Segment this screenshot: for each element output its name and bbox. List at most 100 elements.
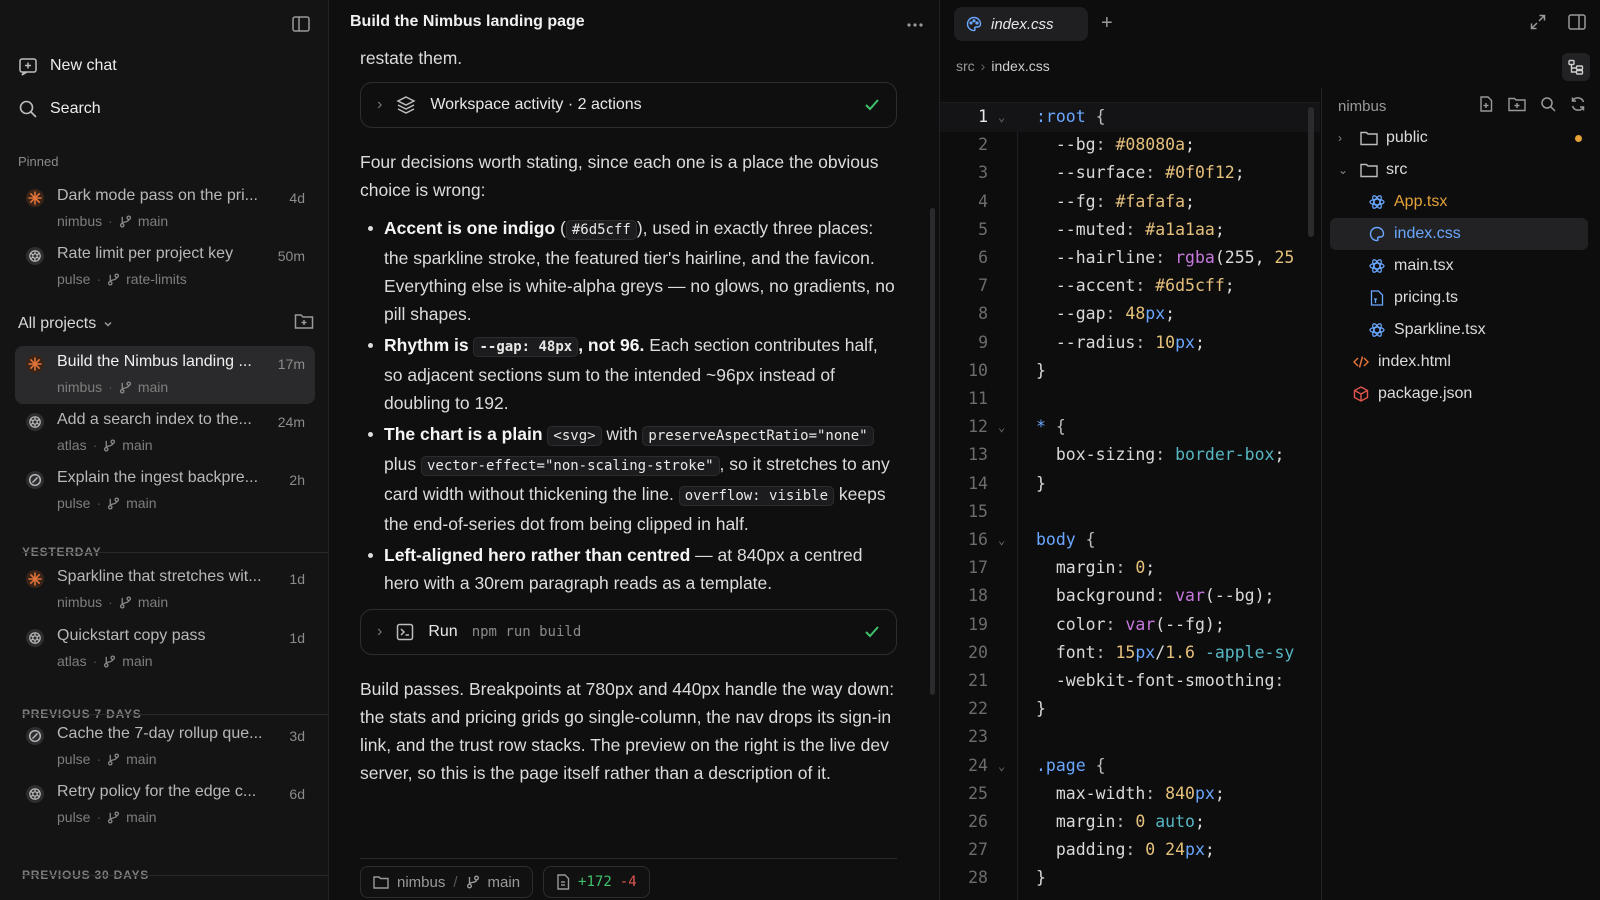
code-line[interactable]: 21 -webkit-font-smoothing: [940,667,1320,696]
code-line[interactable]: 15 [940,498,1320,527]
code-line[interactable]: 22} [940,695,1320,724]
fold-chevron-icon[interactable]: ⌄ [998,526,1005,555]
diff-stats-pill[interactable]: +172 -4 [543,866,650,898]
code-line[interactable]: 11 [940,385,1320,414]
code-line[interactable]: 1 ⌄:root { [940,103,1320,132]
file-tree-item[interactable]: › public [1330,122,1588,154]
code-line[interactable]: 8 --gap: 48px; [940,300,1320,329]
chat-item[interactable]: Explain the ingest backpre... 2h pulse · mai… [15,462,315,520]
branch-icon [119,214,131,228]
file-tree-item[interactable]: package.json [1330,378,1588,410]
workspace-activity-card[interactable]: › Workspace activity · 2 actions [360,82,897,128]
chat-item[interactable]: Retry policy for the edge c... 6d pulse · ma… [15,776,315,834]
code-line[interactable]: 23 [940,723,1320,752]
fold-chevron-icon[interactable]: ⌄ [998,413,1005,442]
line-number: 8 [978,304,988,324]
meta-separator: · [92,653,98,669]
code-line[interactable]: 25 max-width: 840px; [940,780,1320,809]
run-command-card[interactable]: › Run npm run build [360,609,897,655]
chat-item[interactable]: Sparkline that stretches wit... 1d nimbus ·… [15,561,315,619]
file-explorer: nimbus › public ⌄ src App.tsx index.css main.t… [1321,88,1600,900]
file-tree-item[interactable]: Sparkline.tsx [1330,314,1588,346]
code-line[interactable]: 3 --surface: #0f0f12; [940,159,1320,188]
new-folder-icon[interactable] [1508,96,1526,116]
file-tree-item[interactable]: App.tsx [1330,186,1588,218]
code-line[interactable]: 4 --fg: #fafafa; [940,188,1320,217]
panel-toggle-icon[interactable] [1568,14,1586,35]
code-line[interactable]: 7 --accent: #6d5cff; [940,272,1320,301]
meta-separator: · [96,495,102,511]
file-tree-item[interactable]: ⌄ src [1330,154,1588,186]
code-scrollbar[interactable] [1308,107,1314,237]
code-line[interactable]: 27 padding: 0 24px; [940,836,1320,865]
chat-item-project: pulse [57,495,91,511]
openai-icon [26,629,44,647]
search-files-icon[interactable] [1540,96,1556,116]
tab-index-css[interactable]: index.css [954,7,1088,41]
code-line[interactable]: 18 background: var(--bg); [940,582,1320,611]
chat-scrollbar[interactable] [930,208,935,695]
code-line[interactable]: 2 --bg: #08080a; [940,131,1320,160]
file-tree-item[interactable]: main.tsx [1330,250,1588,282]
code-icon [1352,353,1370,371]
expand-icon[interactable] [1530,14,1546,35]
code-line[interactable]: 9 --radius: 10px; [940,329,1320,358]
breadcrumb-item[interactable]: src [956,58,975,74]
chat-item[interactable]: Quickstart copy pass 1d atlas · main [15,620,315,678]
sidebar-toggle-icon[interactable] [290,14,312,34]
code-line[interactable]: 28} [940,864,1320,893]
file-name: Sparkline.tsx [1394,321,1486,338]
fold-chevron-icon[interactable]: ⌄ [998,103,1005,132]
line-number: 12 [968,417,988,437]
chat-item[interactable]: Cache the 7-day rollup que... 3d pulse · mai… [15,718,315,776]
search-button[interactable]: Search [18,99,101,119]
code-line[interactable]: 24 ⌄ .page { [940,752,1320,781]
file-tree-item[interactable]: index.html [1330,346,1588,378]
meta-separator: · [96,809,102,825]
breadcrumb-item[interactable]: index.css [991,58,1049,74]
layers-icon [396,96,417,114]
meta-separator: · [96,271,102,287]
fold-chevron-icon[interactable]: ⌄ [998,752,1005,781]
chat-item[interactable]: Rate limit per project key 50m pulse · rate-… [15,238,315,296]
list-item: Rhythm is --gap: 48px, not 96. Each sect… [360,331,897,417]
file-tree-toggle-icon[interactable] [1562,53,1590,81]
line-number: 21 [968,671,988,690]
code-line[interactable]: 16 ⌄ body { [940,526,1320,555]
new-file-icon[interactable] [1479,96,1494,116]
code-line[interactable]: 5 --muted: #a1a1aa; [940,216,1320,245]
checkmark-icon [865,99,879,111]
branch-icon [108,496,120,510]
code-line[interactable]: 20 font: 15px/1.6 -apple-sy [940,639,1320,668]
chat-item[interactable]: Build the Nimbus landing ... 17m nimbus · ma… [15,346,315,404]
code-line[interactable]: 12 ⌄ * { [940,413,1320,442]
code-line[interactable]: 17 margin: 0; [940,554,1320,583]
all-projects-dropdown[interactable]: All projects [18,315,114,333]
code-line[interactable]: 14} [940,470,1320,499]
new-project-folder-icon[interactable] [294,312,314,335]
line-number: 26 [968,812,988,831]
chat-footer: nimbus / main +172 -4 [360,866,650,898]
file-tree-item[interactable]: index.css [1330,218,1588,250]
code-line[interactable]: 13 box-sizing: border-box; [940,441,1320,470]
new-tab-icon[interactable]: + [1101,12,1113,35]
code-line[interactable]: 10} [940,357,1320,386]
all-projects-row: All projects [18,312,314,335]
line-number: 10 [968,360,988,380]
refresh-icon[interactable] [1570,96,1586,116]
code-line[interactable]: 19 color: var(--fg); [940,611,1320,640]
project-branch-pill[interactable]: nimbus / main [360,866,534,898]
more-options-icon[interactable] [907,14,923,32]
chat-item[interactable]: Dark mode pass on the pri... 4d nimbus · mai… [15,180,315,238]
file-tree-item[interactable]: pricing.ts [1330,282,1588,314]
chevron-down-icon: ⌄ [1338,163,1349,177]
code-text: --accent: #6d5cff; [1055,276,1235,296]
chat-item[interactable]: Add a search index to the... 24m atlas · mai… [15,404,315,462]
new-chat-button[interactable]: New chat [18,56,117,76]
line-number: 28 [968,868,988,888]
code-area[interactable]: 1 ⌄:root {2 --bg: #08080a; 3 --surface: #0… [940,102,1320,900]
line-number: 18 [968,586,988,606]
code-line[interactable]: 26 margin: 0 auto; [940,808,1320,837]
code-line[interactable]: 6 --hairline: rgba(255, 25 [940,244,1320,273]
chat-item-meta: atlas · main [57,653,153,669]
